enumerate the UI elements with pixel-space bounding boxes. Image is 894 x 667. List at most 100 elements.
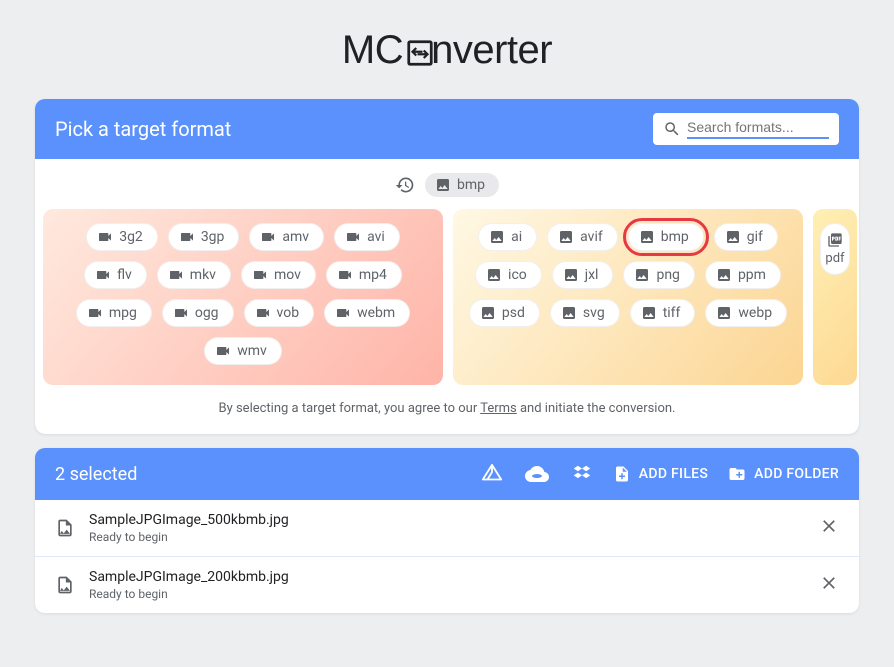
format-chip-amv[interactable]: amv: [249, 223, 324, 251]
format-label: avi: [367, 229, 385, 245]
format-chip-webm[interactable]: webm: [324, 299, 410, 327]
search-icon: [663, 120, 681, 138]
gdrive-icon[interactable]: [481, 463, 503, 485]
format-label: png: [656, 267, 679, 283]
format-chip-psd[interactable]: psd: [469, 299, 540, 327]
format-chip-vob[interactable]: vob: [244, 299, 315, 327]
format-chip-bmp[interactable]: bmp: [628, 223, 704, 251]
format-chip-wmv[interactable]: wmv: [204, 337, 282, 365]
video-icon: [260, 229, 276, 245]
format-label: webm: [357, 305, 395, 321]
format-label: svg: [583, 305, 605, 321]
image-icon: [558, 229, 574, 245]
cloud-sources: [481, 462, 593, 486]
doc-formats-group: pdf: [813, 209, 857, 385]
format-chip-mkv[interactable]: mkv: [157, 261, 231, 289]
video-icon: [215, 343, 231, 359]
format-label: vob: [277, 305, 300, 321]
image-icon: [634, 267, 650, 283]
format-chip-ppm[interactable]: ppm: [705, 261, 781, 289]
video-icon: [168, 267, 184, 283]
add-folder-label: ADD FOLDER: [754, 466, 839, 482]
app-logo: MCnverter: [0, 0, 894, 89]
format-label: ai: [511, 229, 522, 245]
file-status: Ready to begin: [89, 530, 819, 544]
format-chip-pdf[interactable]: pdf: [820, 223, 849, 275]
format-chip-gif[interactable]: gif: [714, 223, 778, 251]
recent-format-label: bmp: [457, 177, 485, 193]
format-chip-flv[interactable]: flv: [84, 261, 147, 289]
video-icon: [337, 267, 353, 283]
format-label: ico: [508, 267, 527, 283]
file-name: SampleJPGImage_500kbmb.jpg: [89, 512, 819, 528]
image-icon: [480, 305, 496, 321]
format-chip-3gp[interactable]: 3gp: [168, 223, 240, 251]
format-chip-ai[interactable]: ai: [478, 223, 537, 251]
video-icon: [95, 267, 111, 283]
image-icon: [563, 267, 579, 283]
format-label: tiff: [663, 305, 681, 321]
file-image-icon: [55, 575, 75, 595]
format-chip-mov[interactable]: mov: [241, 261, 316, 289]
format-label: webp: [738, 305, 772, 321]
add-folder-button[interactable]: ADD FOLDER: [728, 465, 839, 483]
recent-format-chip[interactable]: bmp: [425, 173, 499, 197]
video-icon: [252, 267, 268, 283]
format-chip-webp[interactable]: webp: [705, 299, 787, 327]
image-formats-group: ai avif bmp gif ico jxl png ppm psd svg tiff webp: [453, 209, 803, 385]
file-image-icon: [55, 518, 75, 538]
format-label: 3g2: [119, 229, 143, 245]
image-icon: [716, 267, 732, 283]
history-row: bmp: [35, 173, 859, 197]
queue-panel: 2 selected ADD FILES ADD FOLDER SampleJP…: [35, 448, 859, 613]
video-icon: [173, 305, 189, 321]
image-icon: [639, 229, 655, 245]
remove-file-button[interactable]: [819, 516, 839, 540]
format-label: bmp: [661, 229, 689, 245]
file-add-icon: [613, 465, 631, 483]
format-label: jxl: [585, 267, 599, 283]
image-icon: [489, 229, 505, 245]
logo-text-left: MC: [342, 28, 403, 72]
cloud-icon[interactable]: [525, 462, 549, 486]
image-icon: [641, 305, 657, 321]
video-icon: [335, 305, 351, 321]
format-chip-tiff[interactable]: tiff: [630, 299, 696, 327]
format-picker-panel: Pick a target format bmp 3g2 3gp amv avi flv…: [35, 99, 859, 434]
terms-link[interactable]: Terms: [480, 401, 517, 416]
add-files-button[interactable]: ADD FILES: [613, 465, 708, 483]
format-label: wmv: [237, 343, 267, 359]
format-label: mpg: [109, 305, 137, 321]
format-chip-jxl[interactable]: jxl: [552, 261, 614, 289]
format-label: amv: [282, 229, 309, 245]
format-label: mkv: [190, 267, 216, 283]
dropbox-icon[interactable]: [571, 463, 593, 485]
search-box[interactable]: [653, 113, 839, 145]
format-label: avif: [580, 229, 603, 245]
video-icon: [179, 229, 195, 245]
format-label: mp4: [359, 267, 387, 283]
terms-prefix: By selecting a target format, you agree …: [218, 401, 480, 416]
format-chip-avi[interactable]: avi: [334, 223, 400, 251]
format-chip-svg[interactable]: svg: [550, 299, 620, 327]
format-chip-ico[interactable]: ico: [475, 261, 542, 289]
file-row: SampleJPGImage_500kbmb.jpg Ready to begin: [35, 500, 859, 556]
format-chip-mp4[interactable]: mp4: [326, 261, 402, 289]
image-icon: [725, 229, 741, 245]
format-label: psd: [502, 305, 525, 321]
format-chip-3g2[interactable]: 3g2: [86, 223, 158, 251]
queue-title: 2 selected: [55, 464, 461, 485]
format-chip-mpg[interactable]: mpg: [76, 299, 152, 327]
panel-title: Pick a target format: [55, 117, 231, 141]
format-chip-png[interactable]: png: [623, 261, 694, 289]
format-label: gif: [747, 229, 763, 245]
format-chip-avif[interactable]: avif: [547, 223, 618, 251]
video-icon: [255, 305, 271, 321]
remove-file-button[interactable]: [819, 573, 839, 597]
format-chip-ogg[interactable]: ogg: [162, 299, 234, 327]
terms-suffix: and initiate the conversion.: [517, 401, 676, 416]
image-icon: [486, 267, 502, 283]
format-label: flv: [117, 267, 132, 283]
doc-icon: [827, 232, 843, 248]
search-input[interactable]: [687, 119, 829, 139]
